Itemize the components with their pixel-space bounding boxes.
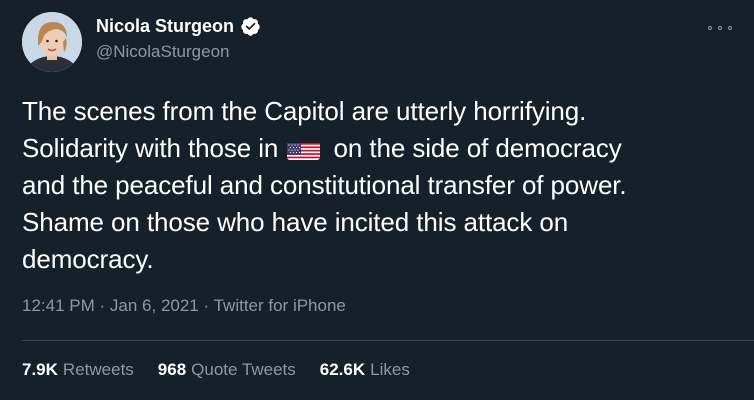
verified-badge-icon (240, 16, 261, 37)
more-horizontal-icon (708, 26, 712, 30)
meta-separator: · (203, 296, 210, 315)
tweet-line: and the peaceful and constitutional tran… (22, 170, 627, 200)
profile-photo (22, 12, 82, 72)
divider (22, 340, 754, 341)
tweet-line: Shame on those who have incited this att… (22, 207, 569, 237)
tweet-text: The scenes from the Capitol are utterly … (22, 93, 737, 278)
tweet-date[interactable]: Jan 6, 2021 (110, 296, 199, 315)
likes-label: Likes (370, 360, 410, 379)
more-dot (728, 26, 732, 30)
likes-count: 62.6K (319, 360, 366, 379)
retweets-stat[interactable]: 7.9K Retweets (22, 360, 134, 380)
author-row: Nicola Sturgeon (96, 14, 261, 38)
more-options-button[interactable] (708, 20, 732, 36)
tweet-stats: 7.9K Retweets 968 Quote Tweets 62.6K Likes (22, 360, 434, 380)
us-flag-icon (287, 138, 321, 160)
tweet-line-part: Solidarity with those in (22, 133, 279, 163)
retweets-count: 7.9K (22, 360, 58, 379)
tweet-line: Solidarity with those in on the side of … (22, 130, 737, 167)
tweet-line-part: on the side of democracy (333, 133, 622, 163)
quote-tweets-label: Quote Tweets (191, 360, 296, 379)
tweet-line: democracy. (22, 244, 154, 274)
meta-separator: · (99, 296, 106, 315)
retweets-label: Retweets (62, 360, 134, 379)
avatar[interactable] (22, 12, 82, 72)
tweet-time[interactable]: 12:41 PM (22, 296, 95, 315)
author-handle[interactable]: @NicolaSturgeon (96, 42, 230, 62)
more-dot (718, 26, 722, 30)
display-name[interactable]: Nicola Sturgeon (96, 16, 234, 37)
tweet-meta: 12:41 PM · Jan 6, 2021 · Twitter for iPh… (22, 296, 346, 316)
tweet-source[interactable]: Twitter for iPhone (214, 296, 346, 315)
tweet-line: The scenes from the Capitol are utterly … (22, 96, 587, 126)
quote-tweets-count: 968 (157, 360, 187, 379)
tweet-card: Nicola Sturgeon @NicolaSturgeon The scen… (0, 0, 754, 400)
quote-tweets-stat[interactable]: 968 Quote Tweets (158, 360, 296, 380)
likes-stat[interactable]: 62.6K Likes (320, 360, 410, 380)
